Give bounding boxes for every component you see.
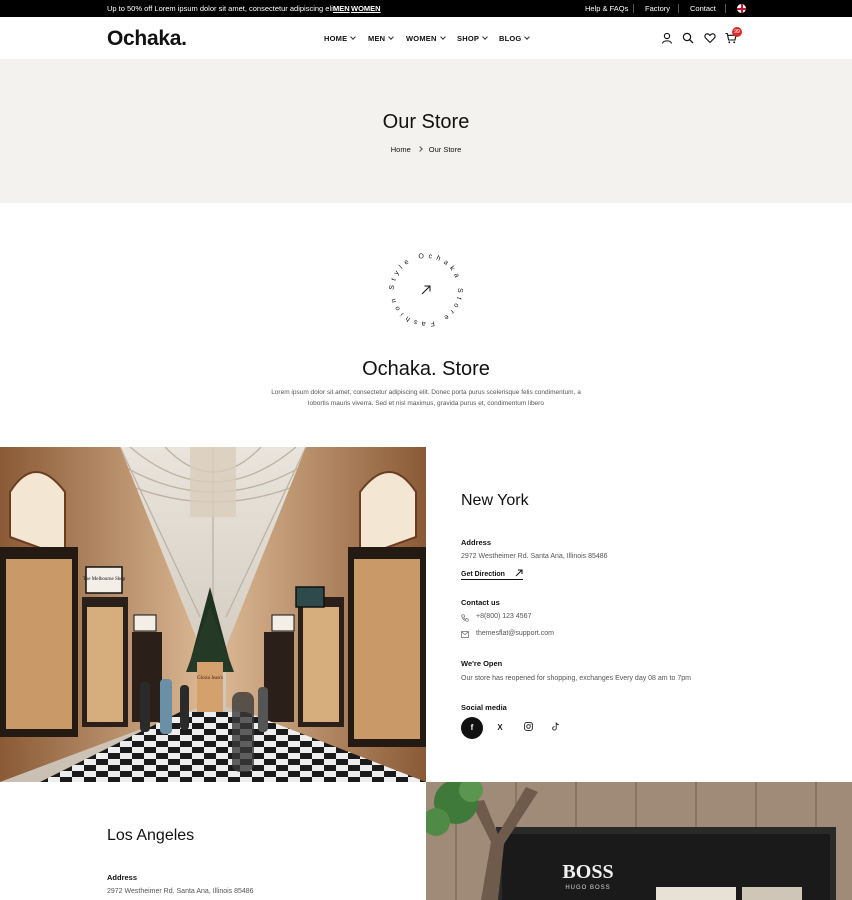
breadcrumb-home[interactable]: Home xyxy=(391,145,411,154)
promo-link-women[interactable]: WOMEN xyxy=(351,4,381,13)
nav-women-label: WOMEN xyxy=(406,34,437,43)
address-label: Address xyxy=(107,873,138,882)
address-text: 2972 Westheimer Rd. Santa Ana, Illinois … xyxy=(461,553,608,560)
chevron-right-icon xyxy=(416,146,423,152)
promo-text: Up to 50% off Lorem ipsum dolor sit amet… xyxy=(107,4,335,13)
divider xyxy=(678,4,679,13)
site-header: Ochaka. HOME MEN WOMEN SHOP BLOG 99 xyxy=(0,17,852,59)
get-direction-link[interactable]: Get Direction xyxy=(461,569,523,580)
chevron-down-icon xyxy=(350,34,357,40)
boss-sub-text: HUGO BOSS xyxy=(565,885,610,891)
nav-men[interactable]: MEN xyxy=(368,34,395,43)
store-heading: Ochaka. Store xyxy=(362,358,490,380)
nav-women[interactable]: WOMEN xyxy=(406,34,446,43)
breadcrumb-current: Our Store xyxy=(428,145,462,154)
store-city-new-york: New York xyxy=(461,492,529,509)
x-twitter-icon[interactable]: X xyxy=(489,717,511,739)
intro-paragraph: Lorem ipsum dolor sit amet, consectetur … xyxy=(271,389,581,407)
divider xyxy=(725,4,726,13)
address-text: 2972 Westheimer Rd. Santa Ana, Illinois … xyxy=(107,888,254,895)
breadcrumb: Home Our Store xyxy=(0,145,852,154)
open-hours-label: We're Open xyxy=(461,659,503,668)
uk-flag-icon[interactable] xyxy=(737,4,746,13)
divider xyxy=(633,4,634,13)
arrow-up-right-icon xyxy=(515,569,523,577)
shop-box-text: Gloria Jean's xyxy=(197,676,223,681)
site-logo[interactable]: Ochaka. xyxy=(107,27,187,51)
shop-sign-text: The Melbourne Shop xyxy=(83,577,126,582)
nav-shop-label: SHOP xyxy=(457,34,480,43)
cart-count-badge: 99 xyxy=(732,27,742,37)
phone-icon xyxy=(461,614,469,622)
nav-men-label: MEN xyxy=(368,34,386,43)
tiktok-icon[interactable] xyxy=(545,717,567,739)
chevron-down-icon xyxy=(439,34,446,40)
email-icon xyxy=(461,631,469,638)
social-media-label: Social media xyxy=(461,703,507,712)
email-address[interactable]: themesflat@support.com xyxy=(476,630,554,637)
store-badge-circle[interactable]: Style Ochaka Store Fashion xyxy=(386,250,466,330)
chevron-down-icon xyxy=(388,34,395,40)
chevron-down-icon xyxy=(482,34,488,40)
nav-blog[interactable]: BLOG xyxy=(499,34,531,43)
nav-blog-label: BLOG xyxy=(499,34,522,43)
help-faqs-link[interactable]: Help & FAQs xyxy=(585,4,628,13)
nav-shop[interactable]: SHOP xyxy=(457,34,488,43)
chevron-down-icon xyxy=(524,34,531,40)
open-hours-text: Our store has reopened for shopping, exc… xyxy=(461,675,691,682)
store-photo-arcade: The Melbourne Shop Gloria Jean's xyxy=(0,447,426,782)
phone-number[interactable]: +8(800) 123 4567 xyxy=(476,613,531,620)
factory-link[interactable]: Factory xyxy=(645,4,670,13)
store-city-los-angeles: Los Angeles xyxy=(107,827,195,844)
announcement-bar: Up to 50% off Lorem ipsum dolor sit amet… xyxy=(0,0,852,17)
contact-label: Contact us xyxy=(461,598,500,607)
instagram-icon[interactable] xyxy=(517,717,539,739)
page-title: Our Store xyxy=(382,111,470,133)
nav-home-label: HOME xyxy=(324,34,348,43)
arrow-up-right-icon xyxy=(421,285,431,295)
store-photo-boss: BOSS HUGO BOSS xyxy=(426,782,852,900)
boss-sign-text: BOSS xyxy=(562,861,613,883)
facebook-icon[interactable]: f xyxy=(461,717,483,739)
page-title-band: Our Store Home Our Store xyxy=(0,59,852,203)
contact-link[interactable]: Contact xyxy=(690,4,716,13)
address-label: Address xyxy=(461,538,492,547)
promo-link-men[interactable]: MEN xyxy=(333,4,350,13)
nav-home[interactable]: HOME xyxy=(324,34,357,43)
heart-icon[interactable] xyxy=(704,32,716,44)
user-icon[interactable] xyxy=(661,32,673,44)
get-direction-label: Get Direction xyxy=(461,571,505,578)
search-icon[interactable] xyxy=(682,32,694,44)
